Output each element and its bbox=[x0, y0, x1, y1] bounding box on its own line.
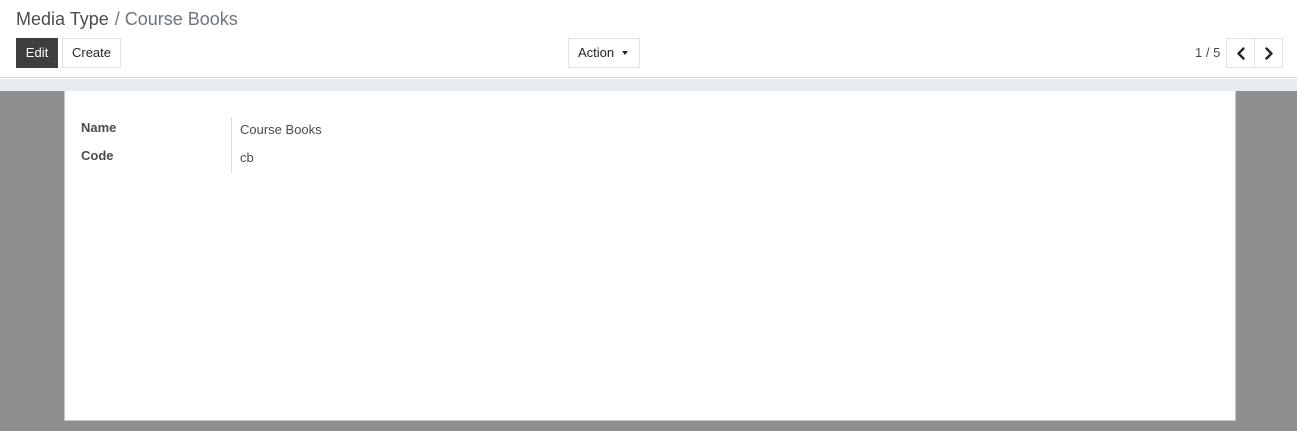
create-button[interactable]: Create bbox=[62, 38, 121, 68]
chevron-right-icon bbox=[1265, 47, 1273, 60]
chevron-left-icon bbox=[1237, 47, 1245, 60]
name-field-label: Name bbox=[81, 120, 117, 135]
control-panel: Media Type / Course Books Edit Create Acti… bbox=[0, 0, 1297, 78]
breadcrumb: Media Type / Course Books bbox=[16, 8, 238, 30]
name-field-value: Course Books bbox=[240, 122, 322, 137]
action-dropdown-button[interactable]: Action bbox=[568, 38, 640, 68]
form-sheet: Name Code Course Books cb bbox=[64, 91, 1236, 421]
code-field-value: cb bbox=[240, 150, 254, 165]
breadcrumb-current: Course Books bbox=[124, 9, 238, 29]
pager-previous-button[interactable] bbox=[1226, 38, 1255, 68]
label-divider bbox=[231, 117, 232, 173]
code-field-label: Code bbox=[81, 148, 114, 163]
status-strip bbox=[0, 79, 1297, 91]
pager-next-button[interactable] bbox=[1254, 38, 1283, 68]
form-view-background: Name Code Course Books cb bbox=[0, 79, 1297, 431]
edit-button[interactable]: Edit bbox=[16, 38, 58, 68]
action-label: Action bbox=[578, 45, 615, 60]
breadcrumb-separator: / bbox=[114, 9, 120, 29]
breadcrumb-parent-link[interactable]: Media Type bbox=[16, 9, 109, 29]
caret-down-icon bbox=[622, 51, 628, 55]
pager-value[interactable]: 1 / 5 bbox=[1195, 45, 1220, 61]
